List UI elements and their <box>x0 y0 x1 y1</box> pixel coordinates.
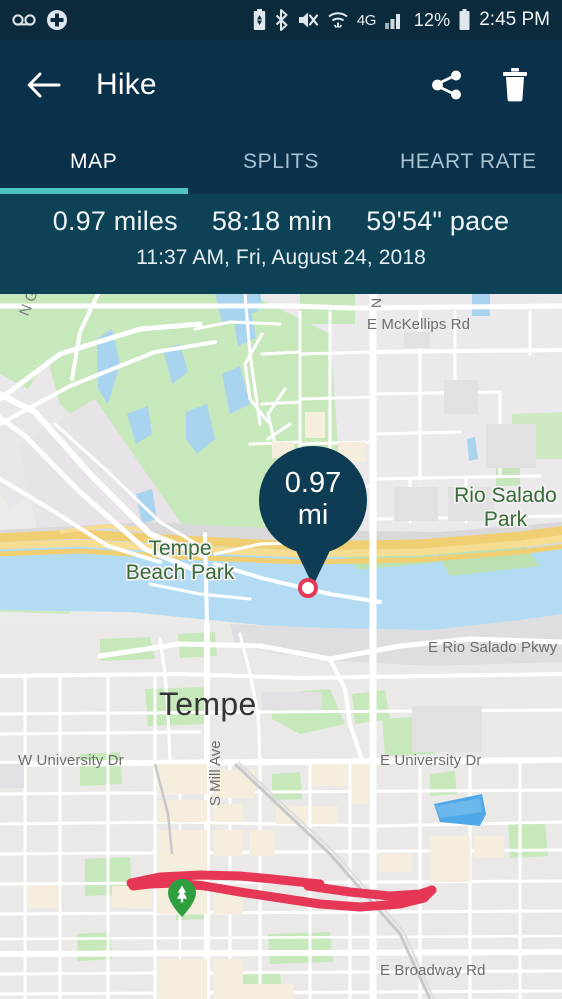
battery-icon <box>459 9 470 30</box>
park-poi-pin[interactable] <box>168 879 196 917</box>
trash-icon <box>503 68 527 102</box>
clock-label: 2:45 PM <box>479 9 550 30</box>
tab-bar: MAP SPLITS HEART RATE <box>0 130 562 194</box>
map-view[interactable]: N Gal N E McKellips Rd Tempe Beach Park … <box>0 294 562 999</box>
duration-stat: 58:18 min <box>211 206 333 236</box>
bluetooth-icon <box>275 9 288 31</box>
voicemail-icon <box>12 14 36 26</box>
network-type-label: 4G <box>356 11 377 29</box>
distance-callout-marker[interactable]: 0.97 mi <box>259 446 367 554</box>
mute-icon <box>298 12 318 28</box>
page-title: Hike <box>96 68 157 101</box>
activity-summary-bar: 0.97 miles 58:18 min 59'54" pace 11:37 A… <box>0 194 562 294</box>
battery-percent-label: 12% <box>413 9 451 30</box>
tab-map-label: MAP <box>70 150 118 173</box>
battery-saver-icon <box>253 9 266 30</box>
hike-activity-screen: 4G 12% 2:45 PM Hike MAP SPLITS HEART RAT… <box>0 0 562 999</box>
tab-splits-label: SPLITS <box>243 150 319 173</box>
callout-distance-unit: mi <box>297 498 329 531</box>
tab-active-indicator <box>0 188 188 194</box>
status-bar: 4G 12% 2:45 PM <box>0 0 562 40</box>
status-bar-right-icons: 4G 12% 2:45 PM <box>252 9 562 31</box>
delete-button[interactable] <box>490 60 540 110</box>
callout-distance-value: 0.97 <box>284 467 342 500</box>
tab-splits[interactable]: SPLITS <box>187 130 374 194</box>
activity-datetime: 11:37 AM, Fri, August 24, 2018 <box>136 246 426 269</box>
summary-metrics-row: 0.97 miles 58:18 min 59'54" pace <box>0 206 562 237</box>
tab-heart-rate[interactable]: HEART RATE <box>375 130 562 194</box>
back-button[interactable] <box>16 57 72 113</box>
app-bar-actions <box>422 60 562 110</box>
tab-heart-rate-label: HEART RATE <box>399 150 537 173</box>
distance-stat: 0.97 miles <box>52 206 178 236</box>
map-canvas <box>0 294 562 999</box>
share-icon <box>432 70 461 100</box>
medical-cross-icon <box>47 10 67 30</box>
pace-stat: 59'54" pace <box>366 206 510 236</box>
tab-map[interactable]: MAP <box>0 130 187 194</box>
arrow-left-icon <box>27 72 61 98</box>
wifi-icon <box>328 12 348 29</box>
signal-icon <box>384 14 400 29</box>
app-bar: Hike <box>0 40 562 130</box>
route-endpoint-marker <box>298 578 318 598</box>
status-bar-left-icons <box>0 9 68 31</box>
share-button[interactable] <box>422 60 472 110</box>
